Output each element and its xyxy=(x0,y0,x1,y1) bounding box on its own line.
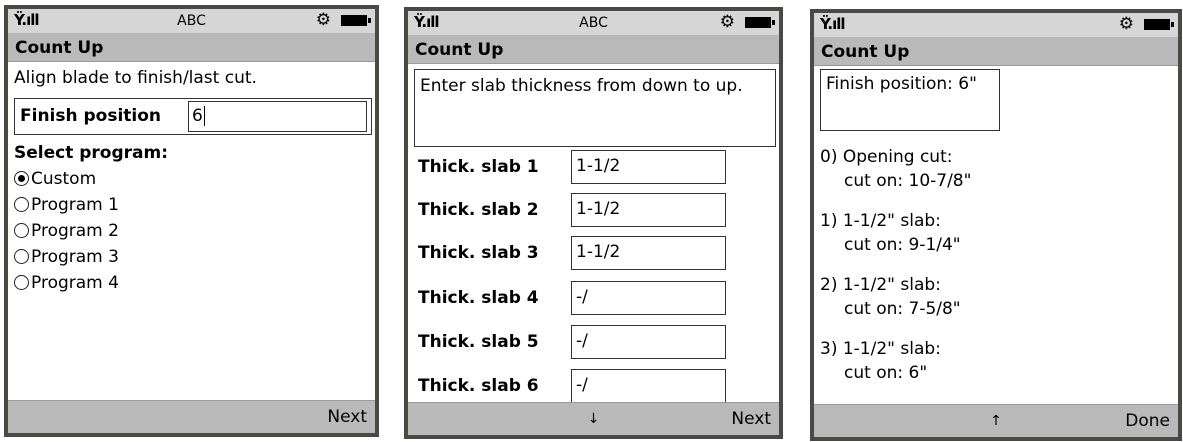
cut-position: cut on: 10-7/8" xyxy=(844,171,972,191)
cut-position: cut on: 6" xyxy=(844,363,928,383)
battery-icon xyxy=(341,15,371,26)
gear-icon: ⚙ xyxy=(719,12,735,32)
radio-empty-icon xyxy=(14,223,29,238)
radio-empty-icon xyxy=(14,197,29,212)
signal-icon: Ÿ.ıll xyxy=(820,15,845,33)
result-item: 1) 1-1/2" slab: cut on: 9-1/4" xyxy=(820,209,961,257)
instruction-text: Align blade to finish/last cut. xyxy=(14,68,257,88)
cut-position: cut on: 9-1/4" xyxy=(844,235,961,255)
radio-selected-icon xyxy=(14,171,29,186)
slab-label: Thick. slab 6 xyxy=(418,376,539,396)
next-softkey[interactable]: Next xyxy=(327,407,367,427)
battery-icon xyxy=(1144,19,1174,30)
slab-label: Thick. slab 5 xyxy=(418,332,539,352)
radio-empty-icon xyxy=(14,275,29,290)
slab-thickness-input[interactable]: -/ xyxy=(571,325,726,359)
gear-icon: ⚙ xyxy=(315,10,331,30)
scroll-up-arrow-icon[interactable]: ↑ xyxy=(814,413,1178,429)
slab-label: Thick. slab 4 xyxy=(418,288,539,308)
battery-icon xyxy=(745,17,775,28)
result-line: 1) 1-1/2" slab: xyxy=(820,211,941,231)
gear-icon: ⚙ xyxy=(1118,14,1134,34)
status-bar: Ÿ.ıll ABC ⚙ xyxy=(8,9,375,34)
scroll-down-arrow-icon[interactable]: ↓ xyxy=(408,411,779,427)
result-line: 3) 1-1/2" slab: xyxy=(820,339,941,359)
screen-title: Count Up xyxy=(15,38,104,58)
next-softkey[interactable]: Next xyxy=(731,409,771,429)
title-bar: Count Up xyxy=(8,34,375,62)
softkey-bar: ↓ Next xyxy=(408,402,779,435)
radio-program-4[interactable]: Program 4 xyxy=(14,273,119,293)
result-line: 2) 1-1/2" slab: xyxy=(820,275,941,295)
screen-title: Count Up xyxy=(821,42,910,62)
phone-screen-slab-entry: Ÿ.ıll ABC ⚙ Count Up Enter slab thicknes… xyxy=(404,7,783,439)
finish-position-label: Finish position xyxy=(20,106,162,126)
result-item: 2) 1-1/2" slab: cut on: 7-5/8" xyxy=(820,273,961,321)
radio-empty-icon xyxy=(14,249,29,264)
title-bar: Count Up xyxy=(408,36,779,64)
radio-program-3[interactable]: Program 3 xyxy=(14,247,119,267)
slab-thickness-input[interactable]: 1-1/2 xyxy=(571,193,726,227)
instruction-box: Enter slab thickness from down to up. xyxy=(414,69,776,147)
phone-screen-program-select: Ÿ.ıll ABC ⚙ Count Up Align blade to fini… xyxy=(4,5,379,437)
title-bar: Count Up xyxy=(814,38,1178,66)
finish-summary-box: Finish position: 6" xyxy=(820,69,1000,131)
result-item: 0) Opening cut: cut on: 10-7/8" xyxy=(820,145,971,193)
done-softkey[interactable]: Done xyxy=(1125,411,1170,431)
result-line: 0) Opening cut: xyxy=(820,147,953,167)
slab-label: Thick. slab 3 xyxy=(418,243,539,263)
slab-thickness-input[interactable]: -/ xyxy=(571,281,726,315)
screen-title: Count Up xyxy=(415,40,504,60)
slab-label: Thick. slab 2 xyxy=(418,200,539,220)
result-item: 3) 1-1/2" slab: cut on: 6" xyxy=(820,337,941,385)
slab-thickness-input[interactable]: -/ xyxy=(571,369,726,403)
select-program-label: Select program: xyxy=(14,143,169,163)
radio-custom[interactable]: Custom xyxy=(14,169,96,189)
radio-program-1[interactable]: Program 1 xyxy=(14,195,119,215)
softkey-bar: Next xyxy=(8,400,375,433)
status-bar: Ÿ.ıll ⚙ xyxy=(814,13,1178,38)
softkey-bar: ↑ Done xyxy=(814,404,1178,437)
phone-screen-results: Ÿ.ıll ⚙ Count Up Finish position: 6" 0) … xyxy=(810,9,1182,441)
cut-position: cut on: 7-5/8" xyxy=(844,299,961,319)
slab-thickness-input[interactable]: 1-1/2 xyxy=(571,150,726,184)
finish-position-row: Finish position 6 xyxy=(14,98,372,135)
finish-position-input[interactable]: 6 xyxy=(188,101,367,132)
radio-program-2[interactable]: Program 2 xyxy=(14,221,119,241)
status-bar: Ÿ.ıll ABC ⚙ xyxy=(408,11,779,36)
slab-label: Thick. slab 1 xyxy=(418,157,539,177)
slab-thickness-input[interactable]: 1-1/2 xyxy=(571,236,726,270)
